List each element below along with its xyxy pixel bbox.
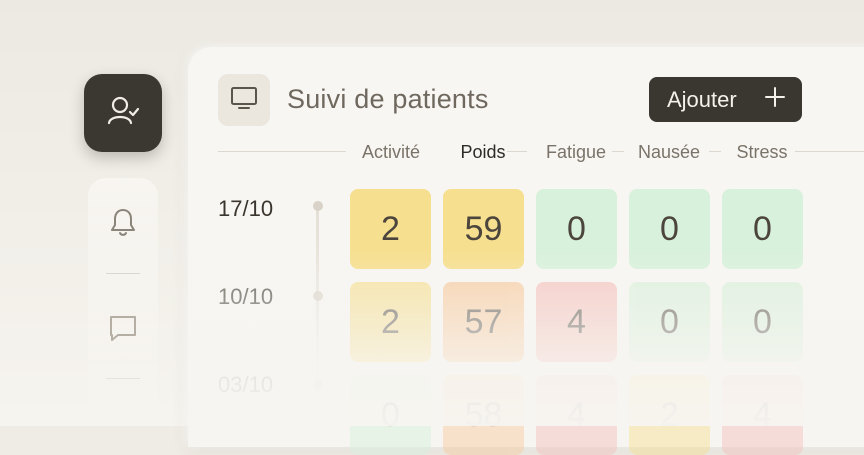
bell-icon: [108, 206, 138, 243]
metric-cell[interactable]: 59: [443, 189, 524, 269]
sidebar-item-patients[interactable]: [84, 74, 162, 152]
metric-cell[interactable]: 0: [722, 282, 803, 362]
timeline-dot: [313, 291, 323, 301]
metric-cell[interactable]: 4: [722, 375, 803, 455]
column-header-rule: [507, 151, 527, 152]
metric-cell[interactable]: 2: [350, 189, 431, 269]
user-check-icon: [103, 91, 143, 136]
page-title: Suivi de patients: [287, 84, 489, 114]
column-header[interactable]: Poids: [460, 142, 505, 163]
metric-cell[interactable]: 0: [629, 189, 710, 269]
sidebar-divider: [106, 378, 140, 379]
metric-cell[interactable]: 4: [536, 375, 617, 455]
metric-cell[interactable]: 0: [629, 282, 710, 362]
metric-cell[interactable]: 4: [536, 282, 617, 362]
metric-cell[interactable]: 0: [536, 189, 617, 269]
column-header[interactable]: Stress: [736, 142, 787, 163]
column-header[interactable]: Nausée: [638, 142, 700, 163]
add-button-label: Ajouter: [667, 86, 737, 112]
metric-cell[interactable]: 2: [350, 282, 431, 362]
sidebar-item-messages[interactable]: [106, 313, 140, 347]
timeline-dot: [313, 201, 323, 211]
metric-cell[interactable]: 58: [443, 375, 524, 455]
column-header-rule: [612, 151, 624, 152]
monitor-icon: [230, 85, 258, 116]
column-header[interactable]: Activité: [362, 142, 420, 163]
timeline-dot: [313, 380, 323, 390]
sidebar-item-notifications[interactable]: [106, 207, 140, 241]
row-date: 03/10: [218, 372, 274, 397]
column-header-rule: [218, 151, 346, 152]
column-header-rule: [709, 151, 721, 152]
sidebar-divider: [106, 273, 140, 274]
message-icon: [107, 312, 139, 349]
metric-cell[interactable]: 2: [629, 375, 710, 455]
column-header-rule: [795, 151, 864, 152]
metric-cell[interactable]: 57: [443, 282, 524, 362]
metric-cell[interactable]: 0: [350, 375, 431, 455]
metric-cell[interactable]: 0: [722, 189, 803, 269]
row-date: 10/10: [218, 284, 274, 309]
plus-icon: [764, 86, 786, 114]
row-date: 17/10: [218, 196, 274, 221]
add-button[interactable]: Ajouter: [649, 77, 802, 122]
column-header[interactable]: Fatigue: [546, 142, 606, 163]
view-toggle-button[interactable]: [218, 74, 270, 126]
